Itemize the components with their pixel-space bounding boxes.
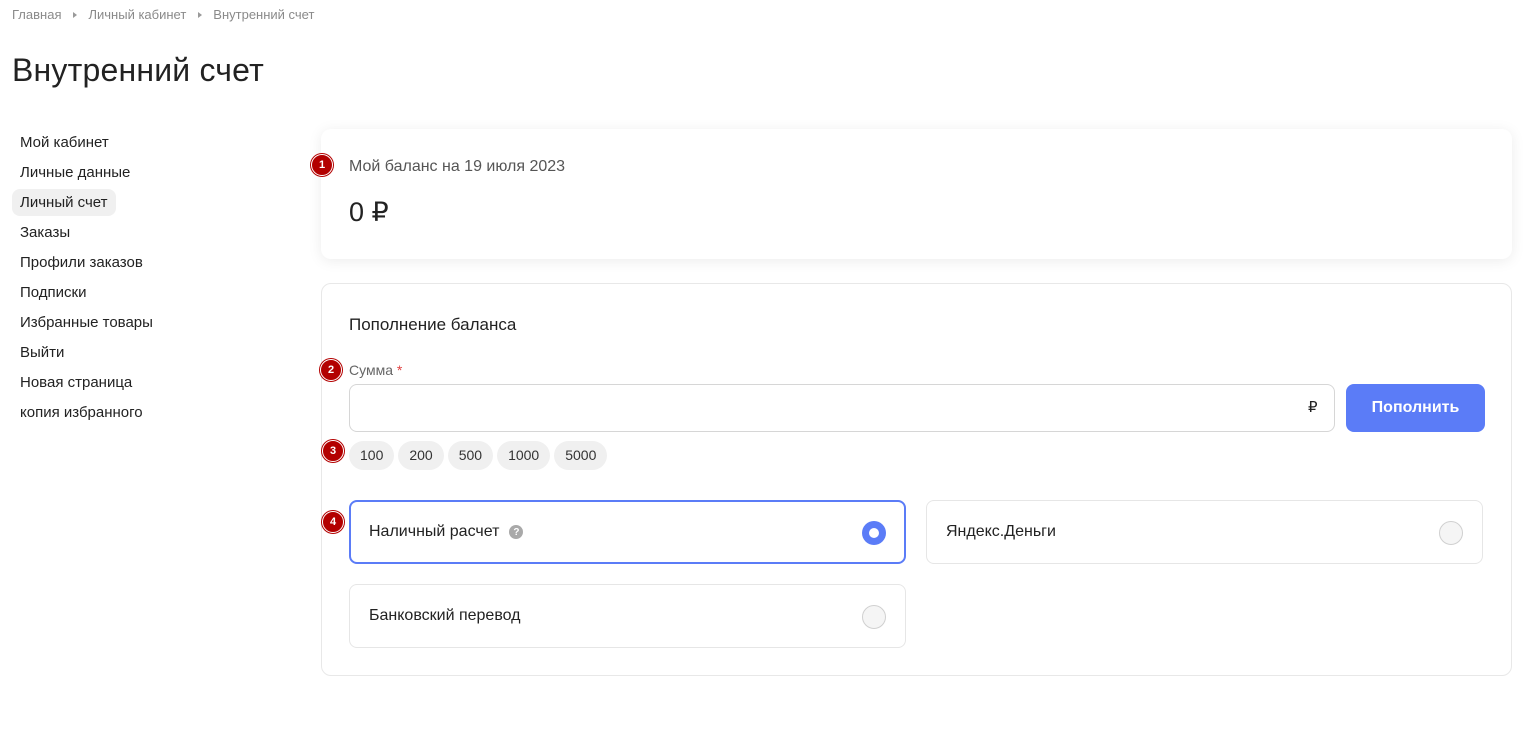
amount-label: Сумма * [349,362,402,378]
sidebar-item-favorites-copy[interactable]: копия избранного [12,399,151,426]
topup-title: Пополнение баланса [349,315,517,334]
chevron-right-icon [73,11,78,18]
breadcrumb-cabinet[interactable]: Личный кабинет [88,7,186,22]
amount-label-text: Сумма [349,362,393,378]
sidebar-item-new-page[interactable]: Новая страница [12,369,140,396]
quick-amounts: 100 200 500 1000 5000 [349,441,608,470]
payment-option-bank-transfer[interactable]: Банковский перевод [349,584,906,648]
page-title: Внутренний счет [12,52,264,88]
page: Главная Личный кабинет Внутренний счет В… [0,0,1537,739]
quick-amount-chip[interactable]: 200 [398,441,444,470]
sidebar: Мой кабинет Личные данные Личный счет За… [12,129,272,429]
sidebar-item-logout[interactable]: Выйти [12,339,72,366]
radio-button[interactable] [862,605,886,629]
marker-badge: 1 [311,154,333,176]
quick-amount-chip[interactable]: 100 [349,441,395,470]
payment-option-label: Банковский перевод [369,607,521,624]
topup-card: Пополнение баланса Сумма * ₽ Пополнить 1… [321,283,1512,676]
sidebar-item-my-cabinet[interactable]: Мой кабинет [12,129,117,156]
quick-amount-chip[interactable]: 500 [447,441,494,470]
currency-sign: ₽ [1308,399,1318,416]
sidebar-item-subscriptions[interactable]: Подписки [12,279,95,306]
radio-button[interactable] [862,521,886,545]
payment-option-label: Наличный расчет [369,523,500,540]
sidebar-item-favorites[interactable]: Избранные товары [12,309,161,336]
balance-amount: 0 ₽ [349,197,389,227]
marker-badge: 2 [320,359,342,381]
payment-option-yandex-money[interactable]: Яндекс.Деньги [926,500,1483,564]
quick-amount-chip[interactable]: 5000 [554,441,608,470]
balance-card: Мой баланс на 19 июля 2023 0 ₽ [321,129,1512,259]
topup-button[interactable]: Пополнить [1346,384,1485,432]
payment-option-cash[interactable]: Наличный расчет ? [349,500,906,564]
question-icon[interactable]: ? [509,525,524,539]
sidebar-item-orders[interactable]: Заказы [12,219,78,246]
breadcrumb-home[interactable]: Главная [12,7,61,22]
radio-button[interactable] [1439,521,1463,545]
sidebar-item-personal-data[interactable]: Личные данные [12,159,138,186]
required-mark: * [396,362,403,378]
amount-input[interactable] [349,384,1335,432]
balance-label: Мой баланс на 19 июля 2023 [349,158,566,175]
breadcrumb-current: Внутренний счет [213,7,315,22]
marker-badge: 4 [322,511,344,533]
chevron-right-icon [198,11,203,18]
quick-amount-chip[interactable]: 1000 [497,441,551,470]
breadcrumb: Главная Личный кабинет Внутренний счет [12,7,314,22]
marker-badge: 3 [322,440,344,462]
payment-option-label: Яндекс.Деньги [946,523,1056,540]
sidebar-item-personal-account[interactable]: Личный счет [12,189,116,216]
sidebar-item-order-profiles[interactable]: Профили заказов [12,249,151,276]
